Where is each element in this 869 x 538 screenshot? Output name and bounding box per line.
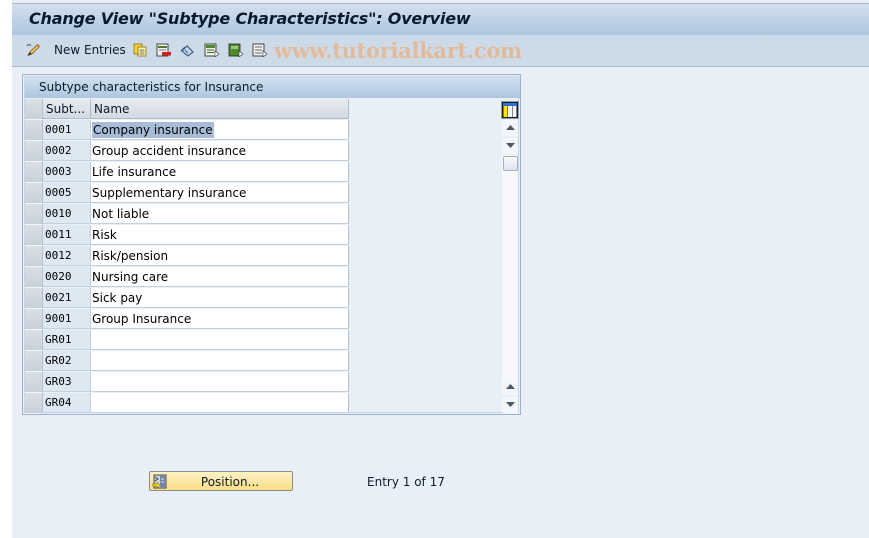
- selected-text: Company insurance: [92, 122, 214, 138]
- copy-as-icon: [133, 43, 147, 57]
- subtype-cell[interactable]: GR02: [43, 351, 91, 371]
- table-row: 0021 Sick pay: [25, 288, 349, 309]
- table-row: 0005 Supplementary insurance: [25, 183, 349, 204]
- name-input[interactable]: Supplementary insurance: [91, 183, 349, 203]
- name-input[interactable]: Not liable: [91, 204, 349, 224]
- arrow-down-icon: [506, 402, 515, 407]
- select-block-button[interactable]: [228, 42, 244, 58]
- column-settings-button[interactable]: [501, 101, 519, 119]
- column-header-subtype[interactable]: Subt...: [43, 99, 91, 119]
- select-all-icon: [204, 43, 220, 58]
- table-row: 9001 Group Insurance: [25, 309, 349, 330]
- new-entries-label: New Entries: [54, 43, 126, 57]
- undo-change-button[interactable]: [180, 42, 194, 58]
- name-input[interactable]: Risk/pension: [91, 246, 349, 266]
- title-bar: Change View "Subtype Characteristics": O…: [12, 3, 869, 36]
- table-title: Subtype characteristics for Insurance: [39, 80, 264, 94]
- row-selector-button[interactable]: [25, 141, 43, 162]
- name-input[interactable]: Group accident insurance: [91, 141, 349, 161]
- subtype-cell[interactable]: GR04: [43, 393, 91, 413]
- subtype-cell[interactable]: 9001: [43, 309, 91, 329]
- copy-as-button[interactable]: [133, 42, 147, 58]
- select-block-icon: [228, 43, 244, 58]
- arrow-up-icon: [506, 384, 515, 389]
- row-selector-button[interactable]: [25, 204, 43, 225]
- undo-change-icon: [180, 43, 194, 57]
- name-input[interactable]: Group Insurance: [91, 309, 349, 329]
- subtype-cell[interactable]: GR03: [43, 372, 91, 392]
- scroll-page-up-button[interactable]: [502, 120, 518, 136]
- position-button-label: Position...: [200, 475, 260, 489]
- vertical-scrollbar-track[interactable]: [502, 155, 518, 383]
- scroll-up-button[interactable]: [502, 379, 518, 395]
- row-selector-button[interactable]: [25, 267, 43, 288]
- subtype-cell[interactable]: 0002: [43, 141, 91, 161]
- table-row: GR04: [25, 393, 349, 414]
- sap-window: Change View "Subtype Characteristics": O…: [12, 0, 869, 538]
- subtype-cell[interactable]: 0020: [43, 267, 91, 287]
- subtype-cell[interactable]: GR01: [43, 330, 91, 350]
- table-row: 0010 Not liable: [25, 204, 349, 225]
- select-all-button[interactable]: [204, 42, 220, 58]
- row-selector-button[interactable]: [25, 393, 43, 414]
- subtype-cell[interactable]: 0021: [43, 288, 91, 308]
- subtype-cell[interactable]: 0001: [43, 120, 91, 140]
- application-toolbar: New Entries www.tutorialkart.com: [12, 35, 869, 67]
- table-row: 0001 Company insurance: [25, 120, 349, 141]
- header-row: Subt... Name: [25, 99, 349, 120]
- deselect-all-icon: [252, 43, 268, 58]
- watermark-text: www.tutorialkart.com: [274, 38, 522, 63]
- table-row: 0003 Life insurance: [25, 162, 349, 183]
- row-selector-button[interactable]: [25, 309, 43, 330]
- name-input[interactable]: [91, 330, 349, 350]
- name-input[interactable]: [91, 351, 349, 371]
- table-title-bar: Subtype characteristics for Insurance: [25, 77, 520, 98]
- table-control: Subtype characteristics for Insurance Su…: [22, 74, 521, 415]
- name-input[interactable]: Life insurance: [91, 162, 349, 182]
- deselect-all-button[interactable]: [252, 42, 268, 58]
- row-selector-button[interactable]: [25, 351, 43, 372]
- table-row: GR01: [25, 330, 349, 351]
- row-selector-button[interactable]: [25, 162, 43, 183]
- table-row: GR03: [25, 372, 349, 393]
- subtype-cell[interactable]: 0010: [43, 204, 91, 224]
- table-row: 0012 Risk/pension: [25, 246, 349, 267]
- row-selector-button[interactable]: [25, 246, 43, 267]
- edit-pencil-icon: [26, 43, 40, 57]
- arrow-up-icon: [506, 125, 515, 130]
- subtype-cell[interactable]: 0012: [43, 246, 91, 266]
- subtype-cell[interactable]: 0011: [43, 225, 91, 245]
- name-input[interactable]: Sick pay: [91, 288, 349, 308]
- name-input[interactable]: Risk: [91, 225, 349, 245]
- row-selector-button[interactable]: [25, 120, 43, 141]
- row-selector-button[interactable]: [25, 183, 43, 204]
- page-title: Change View "Subtype Characteristics": O…: [29, 9, 471, 28]
- new-entries-button[interactable]: New Entries: [48, 42, 126, 58]
- name-input[interactable]: Nursing care: [91, 267, 349, 287]
- table-row: GR02: [25, 351, 349, 372]
- delete-icon: [156, 43, 171, 57]
- name-input[interactable]: Company insurance: [91, 120, 349, 140]
- scroll-page-down-button[interactable]: [502, 138, 518, 154]
- subtype-cell[interactable]: 0005: [43, 183, 91, 203]
- row-selector-button[interactable]: [25, 372, 43, 393]
- subtype-cell[interactable]: 0003: [43, 162, 91, 182]
- name-input[interactable]: [91, 393, 349, 413]
- row-selector-button[interactable]: [25, 225, 43, 246]
- table-row: 0011 Risk: [25, 225, 349, 246]
- select-all-rows-button[interactable]: [25, 99, 43, 120]
- position-button[interactable]: Position...: [149, 471, 293, 491]
- arrow-down-icon: [506, 143, 515, 148]
- vertical-scrollbar-thumb[interactable]: [503, 156, 518, 171]
- edit-toggle-button[interactable]: [26, 42, 40, 58]
- table-row: 0002 Group accident insurance: [25, 141, 349, 162]
- table-row: 0020 Nursing care: [25, 267, 349, 288]
- column-header-name[interactable]: Name: [91, 99, 349, 119]
- entry-count: Entry 1 of 17: [367, 475, 445, 489]
- delete-button[interactable]: [156, 42, 171, 58]
- row-selector-button[interactable]: [25, 288, 43, 309]
- scroll-down-button[interactable]: [502, 397, 518, 413]
- name-input[interactable]: [91, 372, 349, 392]
- row-selector-button[interactable]: [25, 330, 43, 351]
